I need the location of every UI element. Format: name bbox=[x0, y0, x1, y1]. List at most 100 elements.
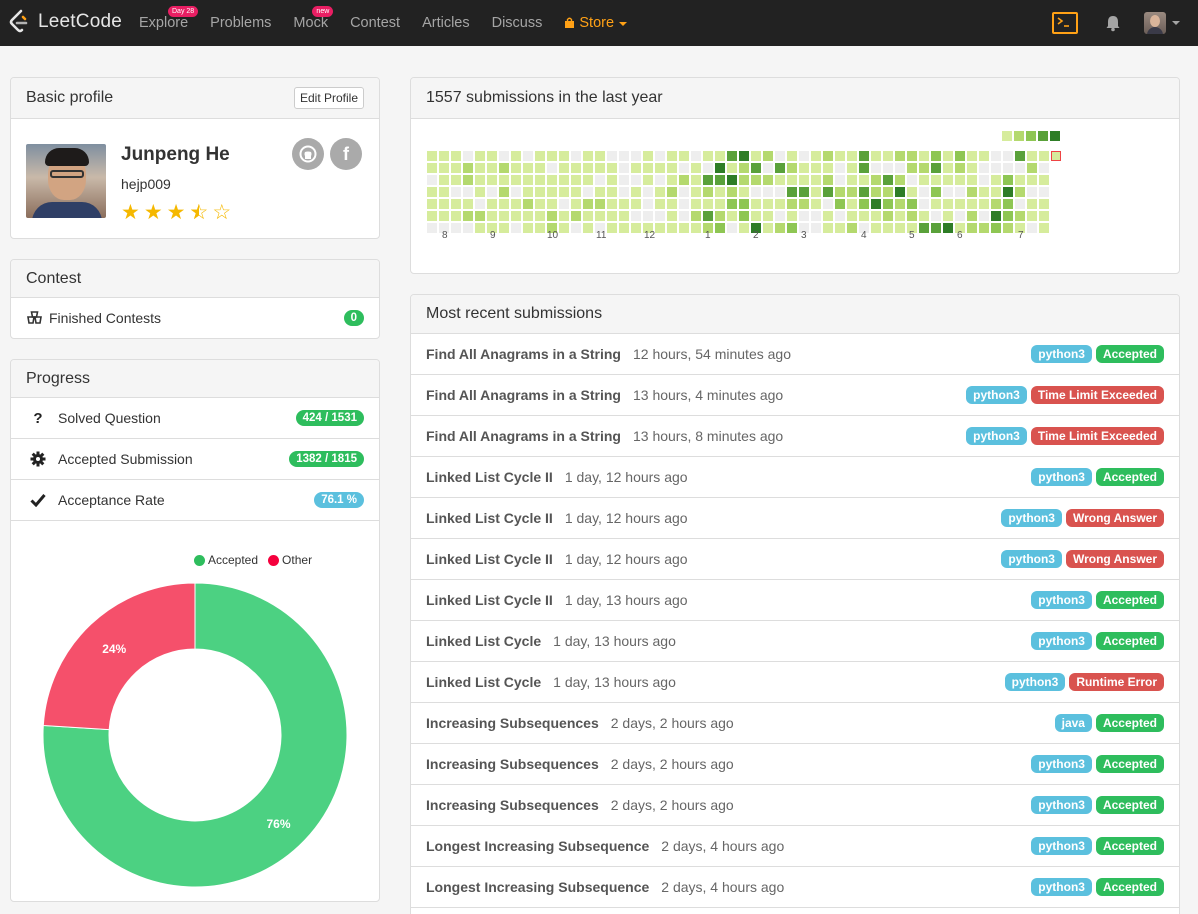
heatmap-cell[interactable] bbox=[895, 223, 905, 233]
heatmap-cell[interactable] bbox=[439, 199, 449, 209]
heatmap-cell[interactable] bbox=[583, 163, 593, 173]
submission-title[interactable]: Find All Anagrams in a String bbox=[426, 387, 621, 403]
heatmap-cell[interactable] bbox=[1039, 223, 1049, 233]
heatmap-cell[interactable] bbox=[475, 199, 485, 209]
heatmap-cell[interactable] bbox=[955, 187, 965, 197]
heatmap-cell[interactable] bbox=[907, 151, 917, 161]
heatmap-cell[interactable] bbox=[427, 211, 437, 221]
heatmap-cell[interactable] bbox=[727, 175, 737, 185]
heatmap-cell[interactable] bbox=[703, 187, 713, 197]
heatmap-cell[interactable] bbox=[943, 211, 953, 221]
heatmap-cell[interactable] bbox=[595, 211, 605, 221]
heatmap-cell[interactable] bbox=[487, 211, 497, 221]
submission-row[interactable]: Linked List Cycle II 1 day, 12 hours ago p… bbox=[411, 498, 1179, 539]
submission-title[interactable]: Linked List Cycle II bbox=[426, 551, 553, 567]
heatmap-cell[interactable] bbox=[919, 187, 929, 197]
heatmap-cell[interactable] bbox=[427, 151, 437, 161]
heatmap-cell[interactable] bbox=[475, 223, 485, 233]
user-menu-caret-icon[interactable] bbox=[1172, 21, 1180, 25]
submission-row[interactable]: Linked List Cycle II 1 day, 12 hours ago p… bbox=[411, 457, 1179, 498]
heatmap-cell[interactable] bbox=[643, 199, 653, 209]
submission-row[interactable]: Increasing Subsequences 2 days, 2 hours a… bbox=[411, 785, 1179, 826]
heatmap-cell[interactable] bbox=[463, 163, 473, 173]
heatmap-cell[interactable] bbox=[751, 187, 761, 197]
heatmap-cell[interactable] bbox=[655, 151, 665, 161]
heatmap-cell[interactable] bbox=[907, 187, 917, 197]
submission-row[interactable]: Linked List Cycle 1 day, 13 hours ago pyth… bbox=[411, 662, 1179, 703]
heatmap-cell[interactable] bbox=[871, 199, 881, 209]
heatmap-cell[interactable] bbox=[511, 151, 521, 161]
heatmap-cell[interactable] bbox=[1015, 187, 1025, 197]
status-tag[interactable]: Runtime Error bbox=[1069, 673, 1164, 691]
heatmap-cell[interactable] bbox=[775, 163, 785, 173]
heatmap-cell[interactable] bbox=[799, 199, 809, 209]
heatmap-cell[interactable] bbox=[775, 199, 785, 209]
submission-title[interactable]: Linked List Cycle II bbox=[426, 469, 553, 485]
nav-mock[interactable]: Mock new bbox=[282, 0, 339, 46]
heatmap-cell[interactable] bbox=[691, 175, 701, 185]
heatmap-cell[interactable] bbox=[787, 211, 797, 221]
heatmap-cell[interactable] bbox=[547, 151, 557, 161]
heatmap-cell[interactable] bbox=[559, 223, 569, 233]
heatmap-cell[interactable] bbox=[499, 175, 509, 185]
submission-title[interactable]: Increasing Subsequences bbox=[426, 715, 599, 731]
heatmap-cell[interactable] bbox=[1027, 163, 1037, 173]
heatmap-cell[interactable] bbox=[1027, 151, 1037, 161]
heatmap-cell[interactable] bbox=[571, 211, 581, 221]
heatmap-cell[interactable] bbox=[463, 199, 473, 209]
heatmap-cell[interactable] bbox=[667, 187, 677, 197]
heatmap-cell[interactable] bbox=[751, 151, 761, 161]
heatmap-cell[interactable] bbox=[451, 187, 461, 197]
heatmap-cell[interactable] bbox=[1027, 211, 1037, 221]
heatmap-cell[interactable] bbox=[511, 211, 521, 221]
heatmap-cell[interactable] bbox=[775, 175, 785, 185]
heatmap-cell[interactable] bbox=[715, 211, 725, 221]
heatmap-cell[interactable] bbox=[619, 187, 629, 197]
heatmap-cell[interactable] bbox=[931, 199, 941, 209]
heatmap-cell[interactable] bbox=[631, 223, 641, 233]
heatmap-cell[interactable] bbox=[571, 223, 581, 233]
heatmap-cell[interactable] bbox=[427, 199, 437, 209]
heatmap-cell[interactable] bbox=[967, 151, 977, 161]
heatmap-cell[interactable] bbox=[547, 175, 557, 185]
heatmap-cell[interactable] bbox=[583, 199, 593, 209]
heatmap-cell[interactable] bbox=[727, 151, 737, 161]
heatmap-cell[interactable] bbox=[487, 187, 497, 197]
submission-title[interactable]: Longest Increasing Subsequence bbox=[426, 838, 649, 854]
heatmap-cell[interactable] bbox=[799, 187, 809, 197]
heatmap-cell[interactable] bbox=[847, 223, 857, 233]
heatmap-cell[interactable] bbox=[775, 187, 785, 197]
heatmap-cell[interactable] bbox=[679, 211, 689, 221]
heatmap-cell[interactable] bbox=[691, 211, 701, 221]
heatmap-cell[interactable] bbox=[535, 187, 545, 197]
heatmap-cell[interactable] bbox=[739, 187, 749, 197]
heatmap-cell[interactable] bbox=[799, 163, 809, 173]
heatmap-cell[interactable] bbox=[883, 151, 893, 161]
heatmap-cell[interactable] bbox=[679, 163, 689, 173]
heatmap-cell[interactable] bbox=[511, 223, 521, 233]
heatmap-cell[interactable] bbox=[799, 175, 809, 185]
heatmap-cell[interactable] bbox=[739, 163, 749, 173]
console-icon[interactable] bbox=[1052, 12, 1078, 34]
heatmap-cell[interactable] bbox=[835, 163, 845, 173]
heatmap-cell[interactable] bbox=[691, 199, 701, 209]
heatmap-cell[interactable] bbox=[811, 163, 821, 173]
heatmap-cell[interactable] bbox=[595, 175, 605, 185]
submission-title[interactable]: Increasing Subsequences bbox=[426, 797, 599, 813]
heatmap-cell[interactable] bbox=[787, 199, 797, 209]
heatmap-cell[interactable] bbox=[1027, 223, 1037, 233]
heatmap-cell[interactable] bbox=[979, 211, 989, 221]
heatmap-cell[interactable] bbox=[559, 175, 569, 185]
heatmap-cell[interactable] bbox=[955, 163, 965, 173]
heatmap-cell[interactable] bbox=[559, 211, 569, 221]
heatmap-cell[interactable] bbox=[679, 151, 689, 161]
heatmap-cell[interactable] bbox=[607, 211, 617, 221]
heatmap-cell[interactable] bbox=[655, 187, 665, 197]
heatmap-cell[interactable] bbox=[907, 175, 917, 185]
heatmap-cell[interactable] bbox=[787, 151, 797, 161]
heatmap-cell[interactable] bbox=[823, 151, 833, 161]
heatmap-cell[interactable] bbox=[979, 187, 989, 197]
heatmap-cell[interactable] bbox=[1015, 151, 1025, 161]
submission-title[interactable]: Longest Increasing Subsequence bbox=[426, 879, 649, 895]
heatmap-cell[interactable] bbox=[931, 151, 941, 161]
